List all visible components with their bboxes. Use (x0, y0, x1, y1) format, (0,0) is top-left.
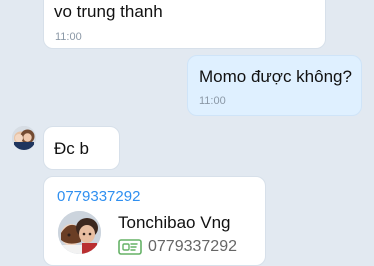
sender-avatar-icon[interactable] (12, 126, 36, 150)
message-text: Đc b (54, 139, 89, 158)
outgoing-message-bubble[interactable]: Momo được không? 11:00 (187, 55, 362, 116)
contact-card-message[interactable]: 0779337292 Tonchibao Vng 0779337292 (43, 176, 266, 266)
message-timestamp: 11:00 (199, 95, 226, 107)
contact-phone-link[interactable]: 0779337292 (57, 188, 140, 205)
contact-name: Tonchibao Vng (118, 213, 231, 232)
message-text: vo trung thanh (54, 2, 163, 21)
contact-card-icon (118, 238, 142, 256)
message-timestamp: 11:00 (55, 31, 82, 43)
message-text: Momo được không? (199, 67, 352, 86)
contact-number: 0779337292 (148, 238, 237, 255)
incoming-message-bubble[interactable]: Đc b (43, 126, 120, 170)
contact-avatar-icon (58, 211, 101, 254)
incoming-message-bubble[interactable]: vo trung thanh 11:00 (43, 0, 326, 49)
